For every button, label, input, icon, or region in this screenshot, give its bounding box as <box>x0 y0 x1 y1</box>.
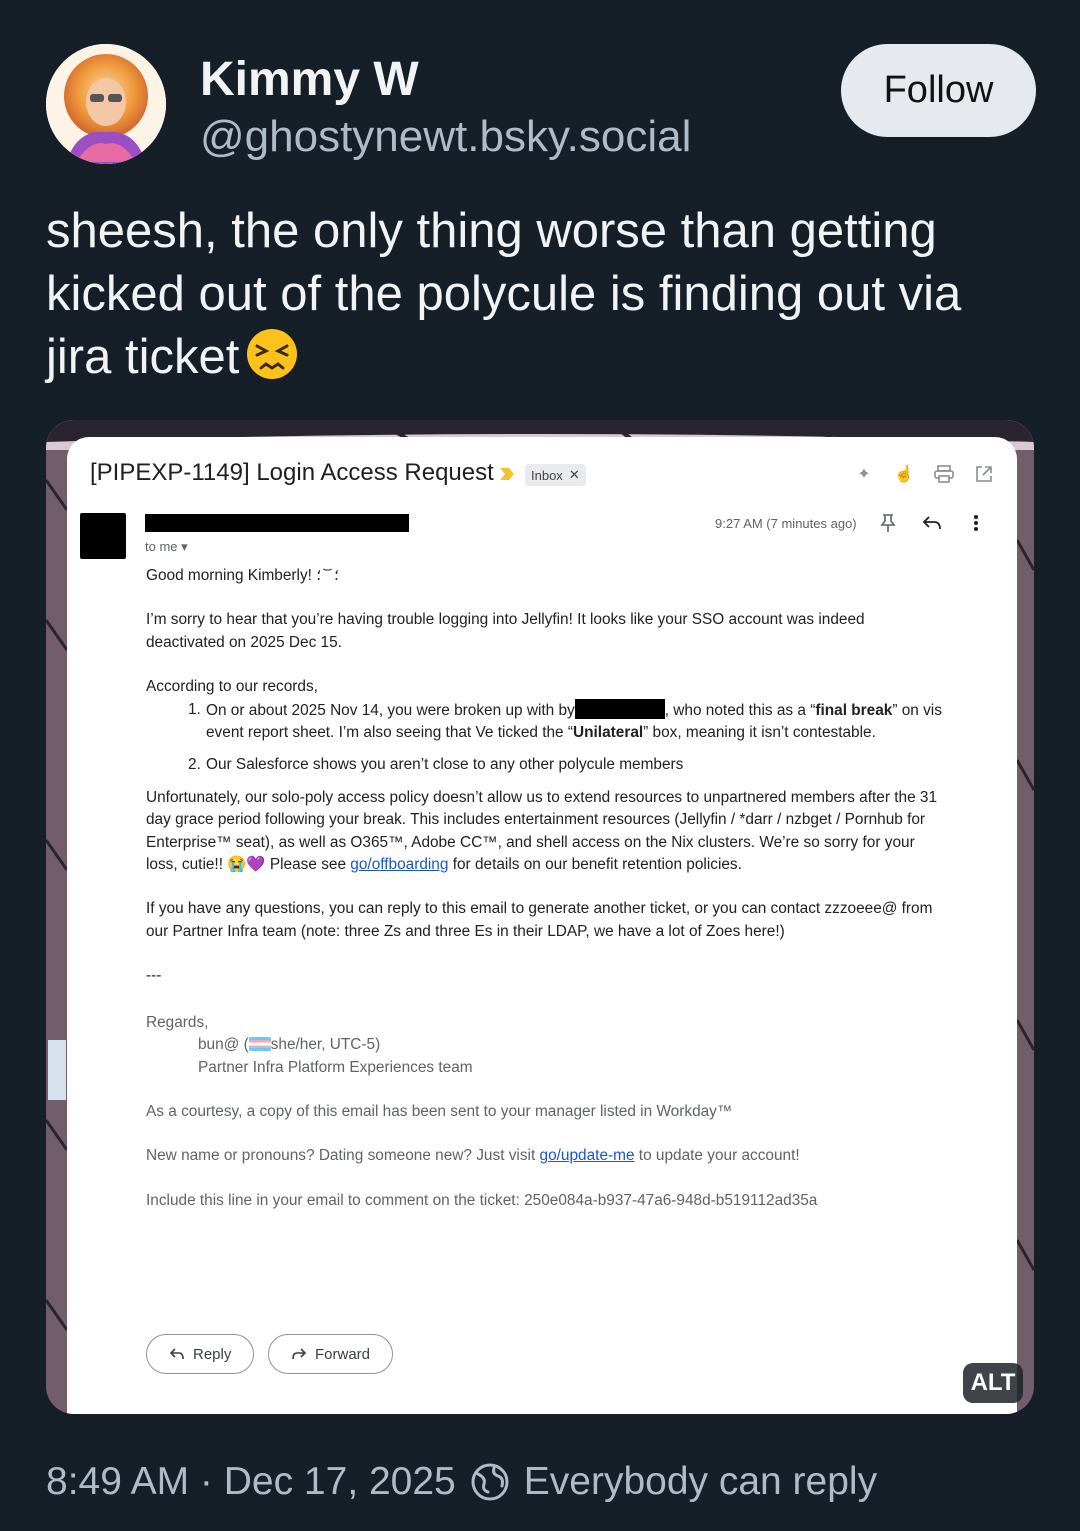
list-number: 1. <box>188 700 201 718</box>
author-name[interactable]: Kimmy W <box>200 52 419 107</box>
post-header: Kimmy W @ghostynewt.bsky.social Follow <box>46 44 1036 164</box>
to-me-label: to me <box>145 539 178 554</box>
courtesy-note: As a courtesy, a copy of this email has … <box>146 1102 733 1120</box>
inbox-label-chip[interactable]: Inbox ✕ <box>525 464 586 486</box>
list-number: 2. <box>188 756 201 774</box>
author-avatar[interactable] <box>46 44 166 164</box>
signature-text: bun@ ( <box>198 1036 249 1054</box>
signature-text: she/her, UTC-5) <box>270 1036 381 1054</box>
sparkle-icon[interactable]: ✦ <box>853 463 875 485</box>
remove-label-icon[interactable]: ✕ <box>569 467 580 483</box>
more-options-icon[interactable] <box>965 512 987 534</box>
list-item: 1. On or about 2025 Nov 14, you were bro… <box>146 698 946 745</box>
email-body: Good morning Kimberly! ؛ ᷄ ᷅ ؛ I’m sorry… <box>146 565 946 1212</box>
records-intro: According to our records, <box>146 678 318 696</box>
follow-button[interactable]: Follow <box>841 44 1036 137</box>
message-actions <box>877 512 987 534</box>
signature-team: Partner Infra Platform Experiences team <box>198 1058 473 1076</box>
email-timestamp: 9:27 AM (7 minutes ago) <box>715 516 857 531</box>
email-paragraph-3: If you have any questions, you can reply… <box>146 900 933 940</box>
alt-text-button[interactable]: ALT <box>963 1363 1023 1403</box>
list-bold-text: Unilateral <box>573 724 644 742</box>
summarize-icon[interactable]: ☝ <box>893 463 915 485</box>
update-text: New name or pronouns? Dating someone new… <box>146 1147 540 1165</box>
forward-button[interactable]: Forward <box>268 1334 394 1374</box>
forward-label: Forward <box>315 1345 371 1363</box>
post-footer: 8:49 AM · Dec 17, 2025 Everybody can rep… <box>46 1460 877 1504</box>
list-item: 2. Our Salesforce shows you aren’t close… <box>146 754 946 776</box>
reply-button[interactable]: Reply <box>146 1334 255 1374</box>
print-icon[interactable] <box>933 463 955 485</box>
post-image[interactable]: [PIPEXP-1149] Login Access Request Inbox… <box>46 420 1034 1414</box>
post-text-content: sheesh, the only thing worse than gettin… <box>46 204 962 384</box>
sender-name-redacted <box>145 514 409 532</box>
list-text: On or about 2025 Nov 14, you were broken… <box>206 701 575 719</box>
chevron-down-icon: ▾ <box>181 539 188 554</box>
persevering-face-emoji-icon <box>247 329 298 379</box>
email-toolbar: ✦ ☝ <box>853 463 995 485</box>
pin-icon[interactable] <box>877 512 899 534</box>
paragraph-text: for details on our benefit retention pol… <box>448 856 742 874</box>
email-screenshot: [PIPEXP-1149] Login Access Request Inbox… <box>67 437 1017 1414</box>
open-in-new-window-icon[interactable] <box>973 463 995 485</box>
reply-setting[interactable]: Everybody can reply <box>524 1460 877 1504</box>
regards-text: Regards, <box>146 1013 209 1031</box>
list-text: Our Salesforce shows you aren’t close to… <box>206 756 684 774</box>
update-note: New name or pronouns? Dating someone new… <box>146 1145 946 1167</box>
post-text: sheesh, the only thing worse than gettin… <box>46 200 1036 389</box>
globe-icon <box>471 1463 509 1501</box>
list-text: ” box, meaning it isn’t contestable. <box>643 724 876 742</box>
reply-arrow-icon <box>169 1348 184 1360</box>
update-me-link[interactable]: go/update-me <box>540 1147 635 1164</box>
recipient-details-toggle[interactable]: to me ▾ <box>145 539 188 555</box>
update-text: to update your account! <box>634 1147 800 1165</box>
list-bold-text: final break <box>815 701 893 719</box>
email-paragraph-2: Unfortunately, our solo-poly access poli… <box>146 787 946 877</box>
forward-arrow-icon <box>292 1348 307 1360</box>
email-greeting: Good morning Kimberly! ؛ ᷄ ᷅ ؛ <box>146 567 339 584</box>
ticket-line: Include this line in your email to comme… <box>146 1191 818 1209</box>
signature: Regards, bun@ ( she/her, UTC-5) Partner I… <box>146 1012 946 1212</box>
email-paragraph-1: I’m sorry to hear that you’re having tro… <box>146 611 865 651</box>
inbox-label-text: Inbox <box>531 467 563 483</box>
post-timestamp: 8:49 AM · Dec 17, 2025 <box>46 1460 456 1503</box>
signature-separator: --- <box>146 967 162 985</box>
reply-icon[interactable] <box>921 512 943 534</box>
signature-line: bun@ ( she/her, UTC-5) <box>146 1034 946 1056</box>
redacted-name <box>574 698 665 719</box>
trans-flag-icon <box>248 1037 271 1052</box>
list-text: , who noted this as a “ <box>664 701 816 719</box>
sender-avatar-redacted <box>80 513 126 559</box>
email-subject: [PIPEXP-1149] Login Access Request <box>90 459 494 486</box>
author-handle[interactable]: @ghostynewt.bsky.social <box>200 112 691 162</box>
reply-label: Reply <box>193 1345 232 1363</box>
offboarding-link[interactable]: go/offboarding <box>350 856 448 873</box>
importance-marker-icon[interactable] <box>499 467 515 481</box>
